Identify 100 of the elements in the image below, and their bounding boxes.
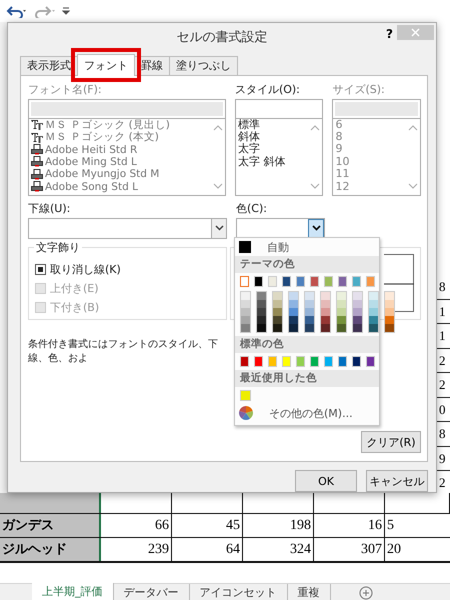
input-field[interactable] xyxy=(234,98,324,118)
color-swatch[interactable] xyxy=(272,308,283,316)
color-swatch[interactable] xyxy=(336,316,347,324)
sheet-tab[interactable]: 上半期_評価 xyxy=(32,583,114,600)
list-item[interactable]: ＭＳ Ｐゴシック (本文) xyxy=(45,131,159,144)
color-swatch[interactable] xyxy=(256,324,267,333)
color-swatch[interactable] xyxy=(288,308,299,316)
color-swatch[interactable] xyxy=(310,356,319,367)
list-item[interactable]: Adobe Ming Std L xyxy=(45,156,137,168)
color-swatch[interactable] xyxy=(256,300,267,308)
color-swatch[interactable] xyxy=(384,300,395,308)
color-swatch[interactable] xyxy=(352,356,361,367)
color-swatch[interactable] xyxy=(320,291,331,300)
color-swatch[interactable] xyxy=(336,291,347,300)
sheet-tab[interactable]: アイコンセット xyxy=(190,584,288,600)
color-swatch[interactable] xyxy=(336,324,347,333)
color-swatch[interactable] xyxy=(320,316,331,324)
color-swatch[interactable] xyxy=(320,308,331,316)
list-item[interactable]: 12 xyxy=(335,180,406,193)
input-field[interactable] xyxy=(28,98,226,118)
color-swatch[interactable] xyxy=(254,356,263,367)
color-swatch[interactable] xyxy=(304,324,315,333)
color-swatch[interactable] xyxy=(272,324,283,333)
color-swatch[interactable] xyxy=(296,276,305,287)
list-item[interactable]: 6 xyxy=(335,118,406,131)
close-button[interactable] xyxy=(397,25,434,40)
color-swatch[interactable] xyxy=(338,276,347,287)
menu-item[interactable]: その他の色(M)... xyxy=(269,406,353,420)
list-item[interactable]: Adobe Song Std L xyxy=(45,180,138,193)
color-swatch[interactable] xyxy=(352,300,363,308)
list-item[interactable]: 太字 斜体 xyxy=(238,156,308,168)
color-swatch[interactable] xyxy=(240,356,249,367)
color-swatch[interactable] xyxy=(240,291,251,300)
color-swatch[interactable] xyxy=(240,276,249,287)
color-swatch[interactable] xyxy=(320,324,331,333)
color-swatch[interactable] xyxy=(336,308,347,316)
color-swatch[interactable] xyxy=(240,390,251,401)
color-swatch[interactable] xyxy=(338,356,347,367)
color-swatch[interactable] xyxy=(288,291,299,300)
color-swatch[interactable] xyxy=(352,291,363,300)
input-field[interactable] xyxy=(332,98,421,118)
color-swatch[interactable] xyxy=(368,308,379,316)
color-swatch[interactable] xyxy=(324,356,333,367)
color-swatch[interactable] xyxy=(384,291,395,300)
color-swatch[interactable] xyxy=(384,308,395,316)
color-swatch[interactable] xyxy=(282,356,291,367)
color-swatch[interactable] xyxy=(240,316,251,324)
color-swatch[interactable] xyxy=(288,316,299,324)
automatic-menu-item[interactable]: 自動 xyxy=(235,238,379,256)
color-swatch[interactable] xyxy=(366,276,375,287)
list-item[interactable]: 斜体 xyxy=(238,130,308,144)
list-item[interactable]: Adobe Myungjo Std M xyxy=(45,168,160,180)
color-swatch[interactable] xyxy=(320,300,331,308)
color-swatch[interactable] xyxy=(368,324,379,333)
help-button[interactable]: ? xyxy=(386,27,393,41)
color-swatch[interactable] xyxy=(324,276,333,287)
color-swatch[interactable] xyxy=(296,356,305,367)
color-swatch[interactable] xyxy=(368,300,379,308)
color-swatch[interactable] xyxy=(304,308,315,316)
list-item[interactable]: ＭＳ Ｐゴシック (見出し) xyxy=(45,118,170,131)
list-item[interactable]: 9 xyxy=(335,143,406,156)
list-item[interactable]: Adobe Heiti Std R xyxy=(45,144,138,156)
dialog-button[interactable]: OK xyxy=(295,470,357,492)
color-swatch[interactable] xyxy=(288,324,299,333)
color-swatch[interactable] xyxy=(288,300,299,308)
list-item[interactable]: 10 xyxy=(335,156,406,168)
dialog-button[interactable]: キャンセル xyxy=(366,470,428,492)
tab[interactable]: 表示形式 xyxy=(20,56,78,75)
color-swatch[interactable] xyxy=(352,324,363,333)
clear-button[interactable]: クリア(R) xyxy=(361,431,421,453)
color-swatch[interactable] xyxy=(272,316,283,324)
color-swatch[interactable] xyxy=(304,300,315,308)
color-swatch[interactable] xyxy=(254,276,263,287)
color-swatch[interactable] xyxy=(304,316,315,324)
tab[interactable]: 塗りつぶし xyxy=(169,56,238,75)
color-swatch[interactable] xyxy=(256,291,267,300)
color-swatch[interactable] xyxy=(304,291,315,300)
color-swatch[interactable] xyxy=(310,276,319,287)
color-swatch[interactable] xyxy=(240,324,251,333)
color-swatch[interactable] xyxy=(352,316,363,324)
color-swatch[interactable] xyxy=(336,300,347,308)
sheet-tab[interactable]: データバー xyxy=(114,584,190,600)
sheet-tab[interactable]: 重複 xyxy=(288,584,330,600)
color-swatch[interactable] xyxy=(240,300,251,308)
color-swatch[interactable] xyxy=(256,308,267,316)
color-swatch[interactable] xyxy=(352,308,363,316)
list-item[interactable]: 8 xyxy=(335,130,406,144)
color-dropdown[interactable] xyxy=(236,218,325,239)
color-swatch[interactable] xyxy=(384,316,395,324)
color-swatch[interactable] xyxy=(282,276,291,287)
list-item[interactable]: 太字 xyxy=(238,143,308,156)
checkbox[interactable] xyxy=(35,264,46,275)
color-swatch[interactable] xyxy=(384,324,395,333)
color-swatch[interactable] xyxy=(256,316,267,324)
underline-dropdown[interactable] xyxy=(28,218,227,239)
color-swatch[interactable] xyxy=(268,276,277,287)
color-swatch[interactable] xyxy=(366,356,375,367)
color-swatch[interactable] xyxy=(240,308,251,316)
color-swatch[interactable] xyxy=(368,291,379,300)
color-swatch[interactable] xyxy=(272,300,283,308)
